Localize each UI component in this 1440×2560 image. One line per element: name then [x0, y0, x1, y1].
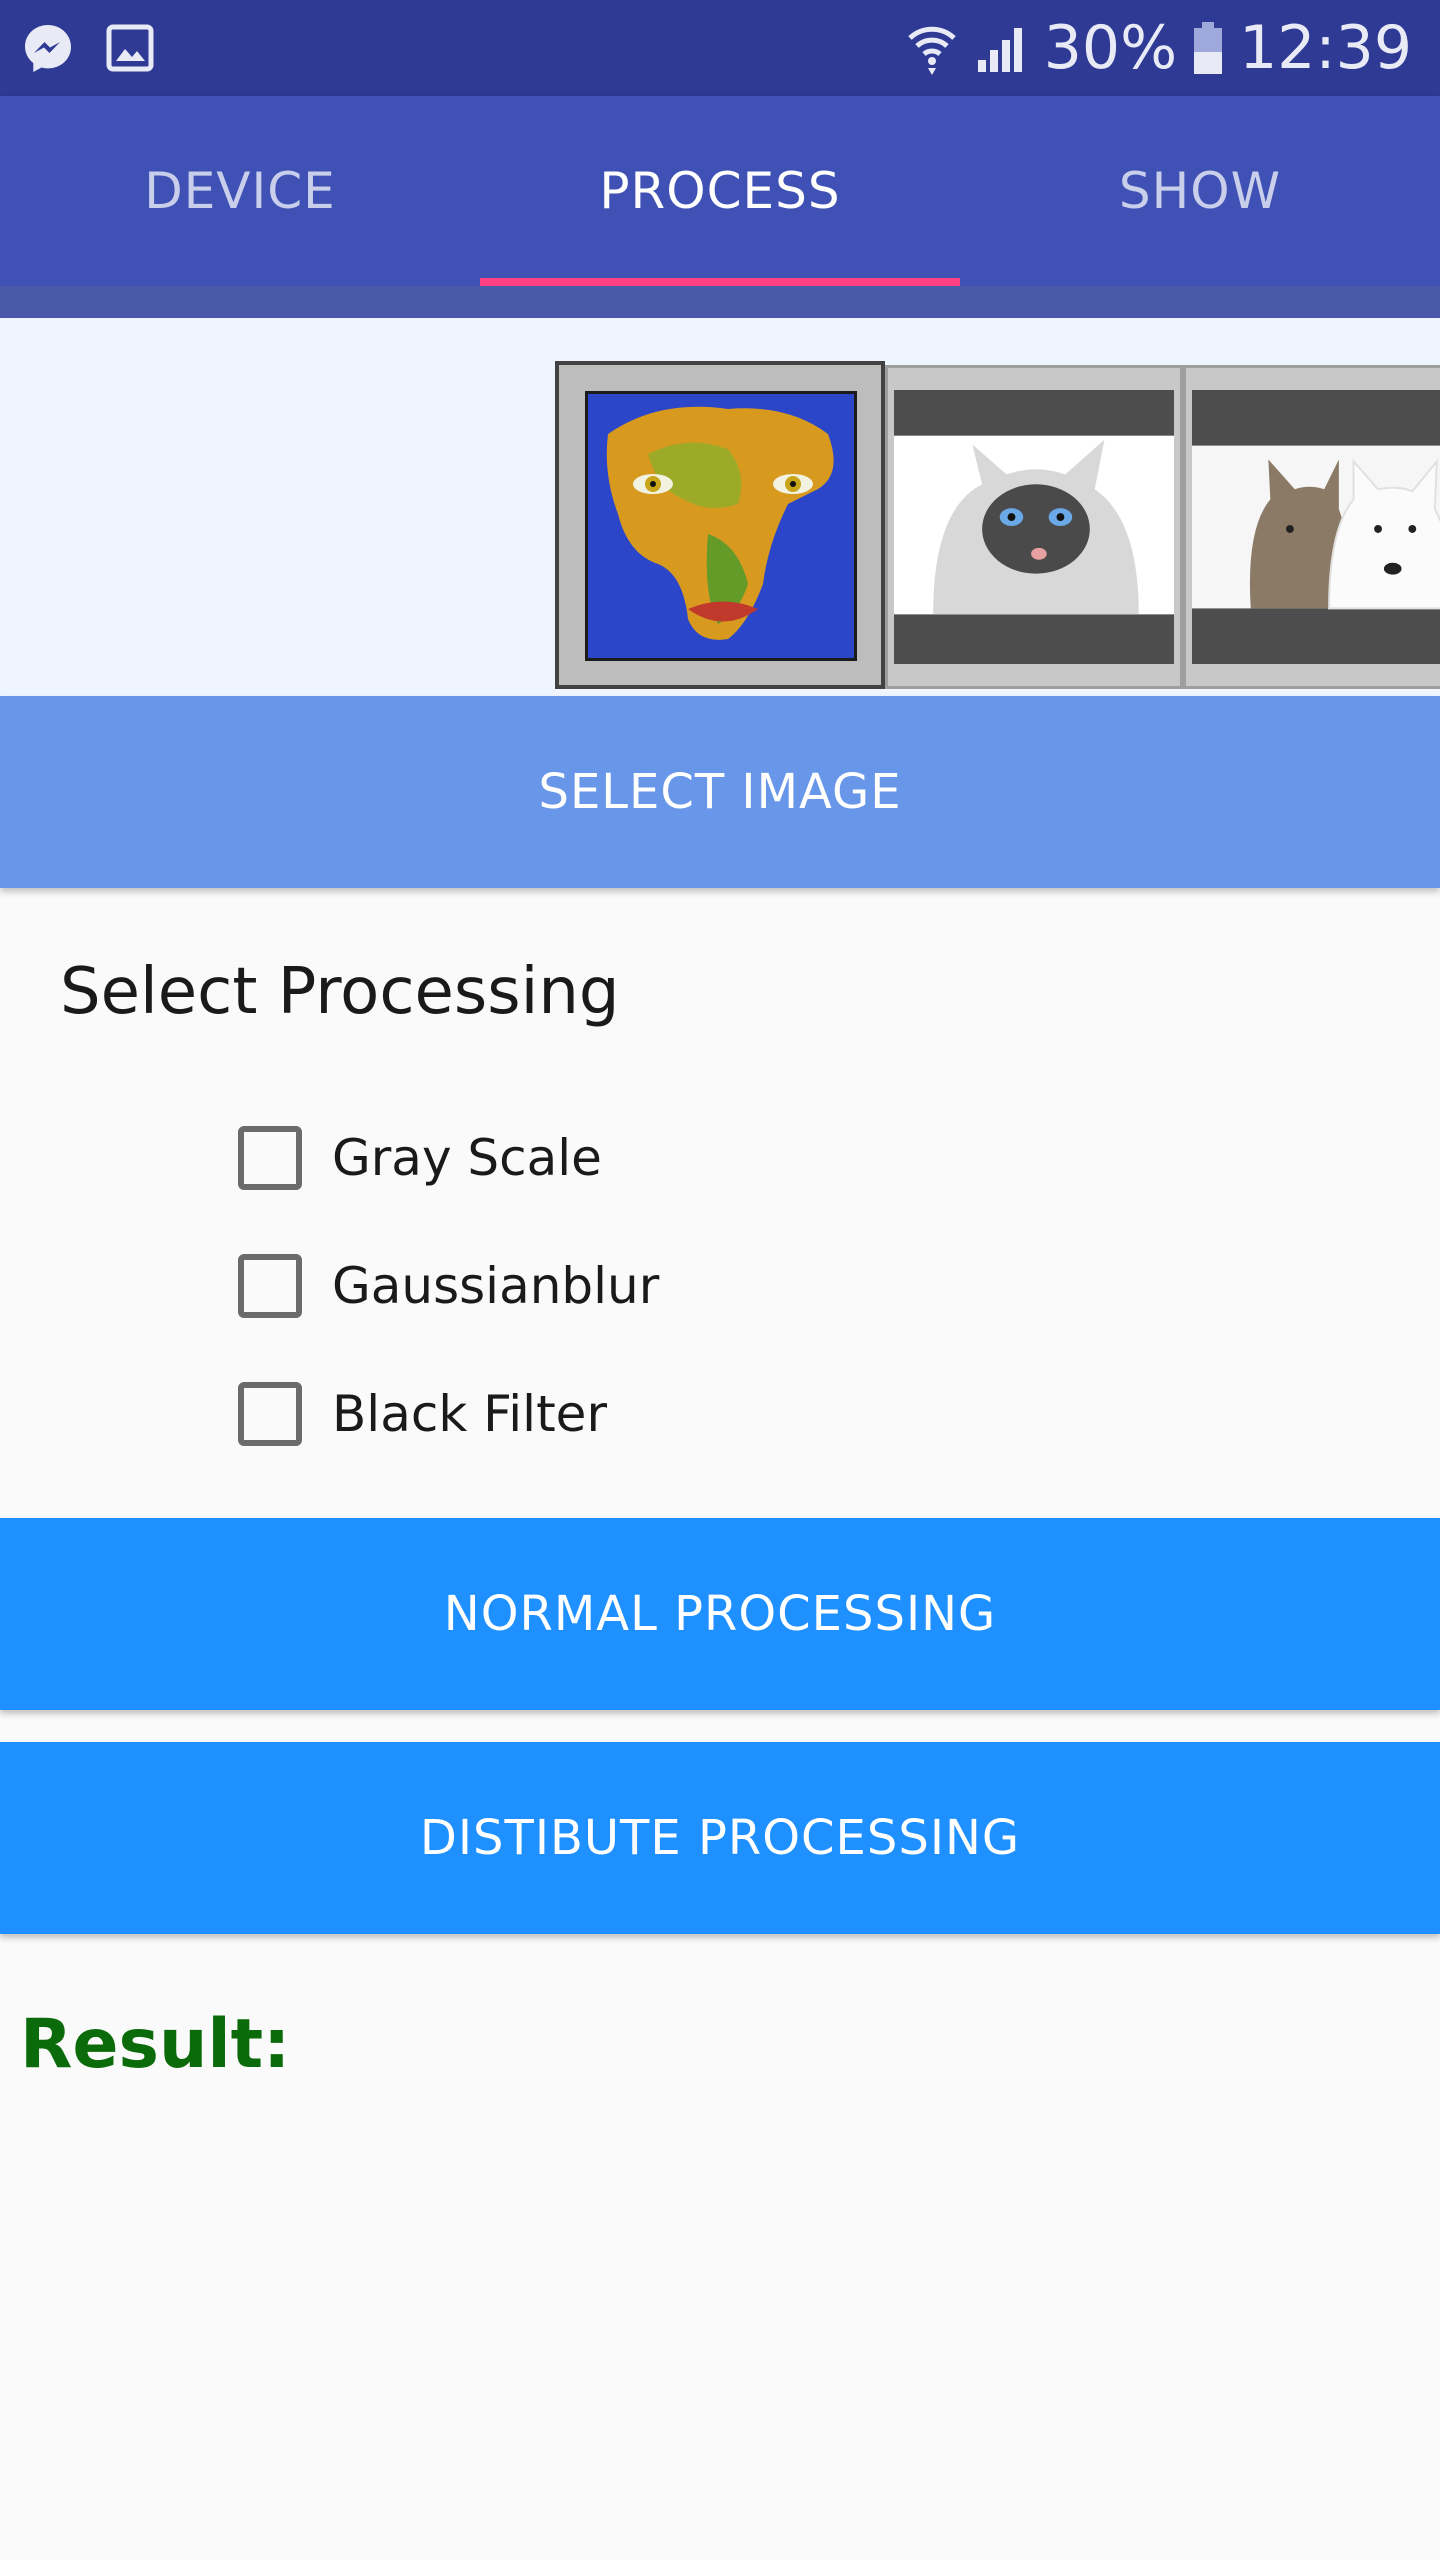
face-africa-map-image — [585, 391, 857, 661]
distribute-processing-button[interactable]: DISTIBUTE PROCESSING — [0, 1742, 1440, 1934]
cat-image — [894, 390, 1174, 664]
gallery-thumbnail[interactable] — [885, 365, 1183, 689]
tab-show[interactable]: SHOW — [960, 96, 1440, 286]
battery-percentage: 30% — [1043, 13, 1178, 83]
option-black-filter[interactable]: Black Filter — [238, 1382, 607, 1446]
battery-icon — [1191, 20, 1225, 76]
tab-indicator — [480, 278, 960, 286]
option-gray-scale[interactable]: Gray Scale — [238, 1126, 602, 1190]
image-gallery[interactable] — [0, 318, 1440, 696]
tab-bar-shadow — [0, 286, 1440, 318]
messenger-icon — [20, 20, 76, 76]
wifi-icon — [904, 20, 960, 76]
tab-device[interactable]: DEVICE — [0, 96, 480, 286]
gaussianblur-label: Gaussianblur — [332, 1257, 660, 1315]
option-gaussianblur[interactable]: Gaussianblur — [238, 1254, 659, 1318]
gaussianblur-checkbox[interactable] — [238, 1254, 302, 1318]
gallery-icon — [102, 20, 158, 76]
gallery-thumbnail[interactable] — [1183, 365, 1440, 689]
notification-icons — [20, 20, 158, 76]
select-image-button[interactable]: SELECT IMAGE — [0, 696, 1440, 888]
black-filter-label: Black Filter — [332, 1385, 607, 1443]
tab-bar: DEVICE PROCESS SHOW — [0, 96, 1440, 286]
tab-process[interactable]: PROCESS — [480, 96, 960, 286]
clock: 12:39 — [1239, 13, 1412, 83]
gray-scale-checkbox[interactable] — [238, 1126, 302, 1190]
gray-scale-label: Gray Scale — [332, 1129, 602, 1187]
signal-icon — [974, 20, 1030, 76]
select-processing-title: Select Processing — [60, 955, 620, 1029]
result-label: Result: — [20, 2005, 291, 2084]
wolf-dog-image — [1192, 390, 1440, 664]
status-bar: 30% 12:39 — [0, 0, 1440, 96]
status-right: 30% 12:39 — [904, 12, 1412, 84]
black-filter-checkbox[interactable] — [238, 1382, 302, 1446]
gallery-thumbnail-selected[interactable] — [555, 361, 885, 689]
normal-processing-button[interactable]: NORMAL PROCESSING — [0, 1518, 1440, 1710]
